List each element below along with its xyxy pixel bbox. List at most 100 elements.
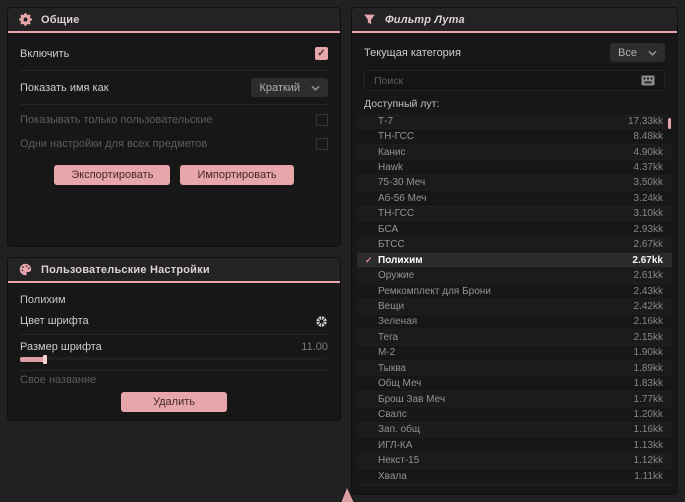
category-row: Текущая категория Все (364, 40, 665, 65)
loot-value: 2.16kk (633, 316, 663, 328)
loot-row[interactable]: Свалс 1.20kk (357, 407, 672, 423)
import-button[interactable]: Импортировать (180, 165, 294, 185)
loot-row[interactable]: Вещи 2.42kk (357, 299, 672, 315)
loot-value: 17.33kk (627, 115, 663, 127)
same-settings-checkbox[interactable] (316, 138, 328, 150)
loot-name: ИГЛ-КА (378, 439, 413, 451)
font-size-row: Размер шрифта 11.00 (20, 338, 328, 356)
loot-value: 2.67kk (633, 239, 663, 251)
custom-settings-title: Пользовательские Настройки (41, 263, 210, 276)
loot-row[interactable]: Общ Меч 1.83kk (357, 376, 672, 392)
loot-row[interactable]: Аб-56 Меч 3.24kk (357, 191, 672, 207)
only-custom-checkbox[interactable] (316, 114, 328, 126)
loot-name: Аб-56 Меч (378, 192, 427, 204)
loot-name: Хвала (378, 470, 407, 482)
loot-value: 1.90kk (633, 347, 663, 359)
loot-value: 3.10kk (633, 208, 663, 220)
loot-name: Свалс (378, 409, 407, 421)
loot-filter-title: Фильтр Лута (385, 13, 465, 26)
category-dropdown[interactable]: Все (610, 43, 665, 62)
loot-name: БТСС (378, 239, 405, 251)
loot-row[interactable]: Зеленая 2.16kk (357, 315, 672, 331)
loot-value: 1.12kk (633, 455, 663, 467)
funnel-icon (363, 13, 376, 26)
loot-row[interactable]: Оружие 2.61kk (357, 268, 672, 284)
scrollbar-thumb[interactable] (668, 118, 671, 129)
loot-name: Зеленая (378, 316, 418, 328)
chevron-down-icon (648, 50, 657, 56)
loot-value: 8.48kk (633, 131, 663, 143)
loot-filter-header: Фильтр Лута (352, 8, 677, 33)
loot-row[interactable]: Hawk 4.37kk (357, 160, 672, 176)
loot-row[interactable]: Тега 2.15kk (357, 330, 672, 346)
loot-row[interactable]: БСА 2.93kk (357, 222, 672, 238)
search-box[interactable] (364, 70, 665, 91)
export-button[interactable]: Экспортировать (54, 165, 171, 185)
color-wheel-icon[interactable] (315, 315, 328, 328)
loot-filter-body: Текущая категория Все Доступный лут: (352, 33, 677, 494)
loot-row[interactable]: ИГЛ-КА 1.13kk (357, 438, 672, 454)
font-size-value: 11.00 (301, 340, 328, 353)
palette-icon (19, 263, 32, 276)
right-column: Фильтр Лута Текущая категория Все Поиск … (352, 8, 677, 494)
loot-value: 3.50kk (633, 177, 663, 189)
loot-row[interactable]: БТСС 2.67kk (357, 237, 672, 253)
loot-name: Ремкомплект для Брони (378, 285, 491, 297)
loot-filter-panel: Фильтр Лута Текущая категория Все Поиск … (352, 8, 677, 494)
loot-row[interactable]: М-2 1.90kk (357, 346, 672, 361)
name-mode-row: Показать имя как Краткий (20, 74, 328, 101)
mouse-cursor (341, 488, 354, 502)
enable-label: Включить (20, 47, 70, 60)
left-column: Общие Включить Показать имя как Краткий (8, 8, 340, 494)
loot-row[interactable]: Т-7 17.33kk (357, 114, 672, 130)
only-custom-row: Показывать только пользовательские (20, 108, 328, 132)
loot-name: Оружие (378, 270, 415, 282)
keyboard-icon[interactable] (641, 75, 655, 86)
loot-name: Hawk (378, 162, 404, 174)
loot-row[interactable]: Тыква 1.89kk (357, 361, 672, 377)
loot-row[interactable]: Некст-15 1.12kk (357, 453, 672, 470)
loot-value: 1.11kk (634, 470, 663, 482)
font-color-label: Цвет шрифта (20, 315, 89, 327)
gear-icon (19, 13, 32, 26)
loot-row[interactable]: Полихим 2.67kk (357, 252, 672, 269)
divider (20, 369, 328, 371)
font-size-slider[interactable] (20, 354, 328, 364)
loot-value: 2.43kk (633, 285, 663, 297)
loot-row[interactable]: Хвала 1.11kk (357, 469, 672, 485)
loot-row[interactable]: Канис 4.90kk (357, 144, 672, 161)
loot-row[interactable]: 75-30 Меч 3.50kk (357, 175, 672, 192)
loot-value: 1.13kk (633, 439, 663, 451)
loot-value: 2.15kk (633, 331, 663, 343)
loot-row[interactable]: ТН-ГСС 3.10kk (357, 206, 672, 223)
custom-settings-body: Полихим Цвет шрифта Размер шрифта 11.00 (8, 283, 340, 420)
delete-button[interactable]: Удалить (121, 391, 227, 412)
loot-name: БСА (378, 223, 399, 235)
general-panel-body: Включить Показать имя как Краткий Показы (8, 33, 340, 246)
search-input[interactable] (374, 72, 641, 89)
font-size-label: Размер шрифта (20, 340, 102, 353)
loot-row[interactable]: Зап. общ 1.16kk (357, 422, 672, 439)
name-mode-label: Показать имя как (20, 81, 109, 94)
loot-row[interactable]: ТН-ГСС 8.48kk (357, 129, 672, 145)
loot-name: Зап. общ (378, 424, 421, 436)
name-mode-value: Краткий (259, 81, 300, 94)
loot-value: 4.90kk (633, 146, 663, 158)
loot-value: 2.67kk (632, 254, 663, 266)
loot-value: 1.89kk (633, 362, 663, 374)
custom-name-input[interactable] (20, 373, 328, 386)
enable-checkbox[interactable] (315, 47, 328, 60)
loot-name: М-2 (378, 347, 396, 359)
enable-row: Включить (20, 40, 328, 67)
loot-name: Полихим (378, 254, 423, 266)
divider (20, 70, 328, 71)
same-settings-label: Одни настройки для всех предметов (20, 138, 208, 150)
loot-value: 3.24kk (633, 192, 663, 204)
loot-name: Общ Меч (378, 378, 422, 390)
loot-value: 4.37kk (633, 162, 663, 174)
slider-handle[interactable] (43, 354, 47, 364)
loot-row[interactable]: Ремкомплект для Брони 2.43kk (357, 284, 672, 300)
loot-row[interactable]: Брош Зав Меч 1.77kk (357, 391, 672, 408)
loot-row[interactable]: Аб-ПКИМ Меч1.10kk (357, 484, 672, 486)
name-mode-dropdown[interactable]: Краткий (251, 78, 328, 97)
